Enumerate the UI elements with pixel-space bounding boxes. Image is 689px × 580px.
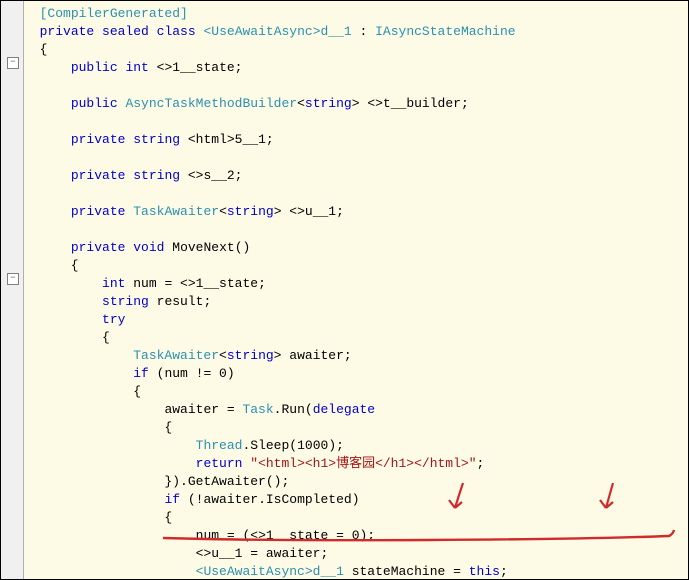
kw: if (133, 366, 149, 381)
type: TaskAwaiter (133, 348, 219, 363)
kw: public (71, 96, 118, 111)
kw: try (102, 312, 125, 327)
method: Run (281, 402, 304, 417)
code-area[interactable]: [CompilerGenerated] private sealed class… (24, 5, 688, 579)
fold-toggle-class[interactable]: − (7, 57, 19, 69)
ref: <>1__state (180, 276, 258, 291)
ref: awaiter (164, 402, 219, 417)
type: Thread (196, 438, 243, 453)
kw: string (227, 204, 274, 219)
field-s2: <>s__2 (188, 168, 235, 183)
interface-name: IAsyncStateMachine (375, 24, 515, 39)
kw: string (305, 96, 352, 111)
editor-frame: − − [CompilerGenerated] private sealed c… (0, 0, 689, 580)
fold-gutter: − − (1, 1, 24, 579)
method-name: MoveNext (172, 240, 234, 255)
number: 0 (352, 528, 360, 543)
kw: private (71, 132, 126, 147)
var: num (133, 276, 156, 291)
var: awaiter (289, 348, 344, 363)
kw: delegate (313, 402, 375, 417)
kw: public (71, 60, 118, 75)
kw: return (196, 456, 243, 471)
method: GetAwaiter (188, 474, 266, 489)
field-u1: <>u__1 (289, 204, 336, 219)
number: 1000 (297, 438, 328, 453)
kw: private (71, 168, 126, 183)
var: result (157, 294, 204, 309)
kw: void (133, 240, 164, 255)
field-builder: <>t__builder (367, 96, 461, 111)
ref: <>1__state (250, 528, 328, 543)
kw: string (133, 132, 180, 147)
method: Sleep (250, 438, 289, 453)
kw: string (133, 168, 180, 183)
field-state: <>1__state (157, 60, 235, 75)
ref: awaiter (266, 546, 321, 561)
type: AsyncTaskMethodBuilder (125, 96, 297, 111)
class-name: <UseAwaitAsync>d__1 (203, 24, 351, 39)
attribute: [CompilerGenerated] (24, 6, 188, 21)
kw: sealed (102, 24, 149, 39)
kw: int (102, 276, 125, 291)
ref: num (196, 528, 219, 543)
type: Task (242, 402, 273, 417)
kw: int (125, 60, 148, 75)
kw: class (157, 24, 196, 39)
ref: <>u__1 (196, 546, 243, 561)
string-literal: "<html><h1>博客园</h1></html>" (250, 456, 476, 471)
kw: private (40, 24, 95, 39)
kw: this (469, 564, 500, 579)
kw: private (71, 204, 126, 219)
field-html: <html>5__1 (188, 132, 266, 147)
condition: !awaiter.IsCompleted (196, 492, 352, 507)
kw: if (164, 492, 180, 507)
kw: string (227, 348, 274, 363)
kw: private (71, 240, 126, 255)
type: TaskAwaiter (133, 204, 219, 219)
type: <UseAwaitAsync>d__1 (196, 564, 344, 579)
kw: string (102, 294, 149, 309)
var: stateMachine (352, 564, 446, 579)
fold-toggle-method[interactable]: − (7, 273, 19, 285)
condition: num != 0 (164, 366, 226, 381)
